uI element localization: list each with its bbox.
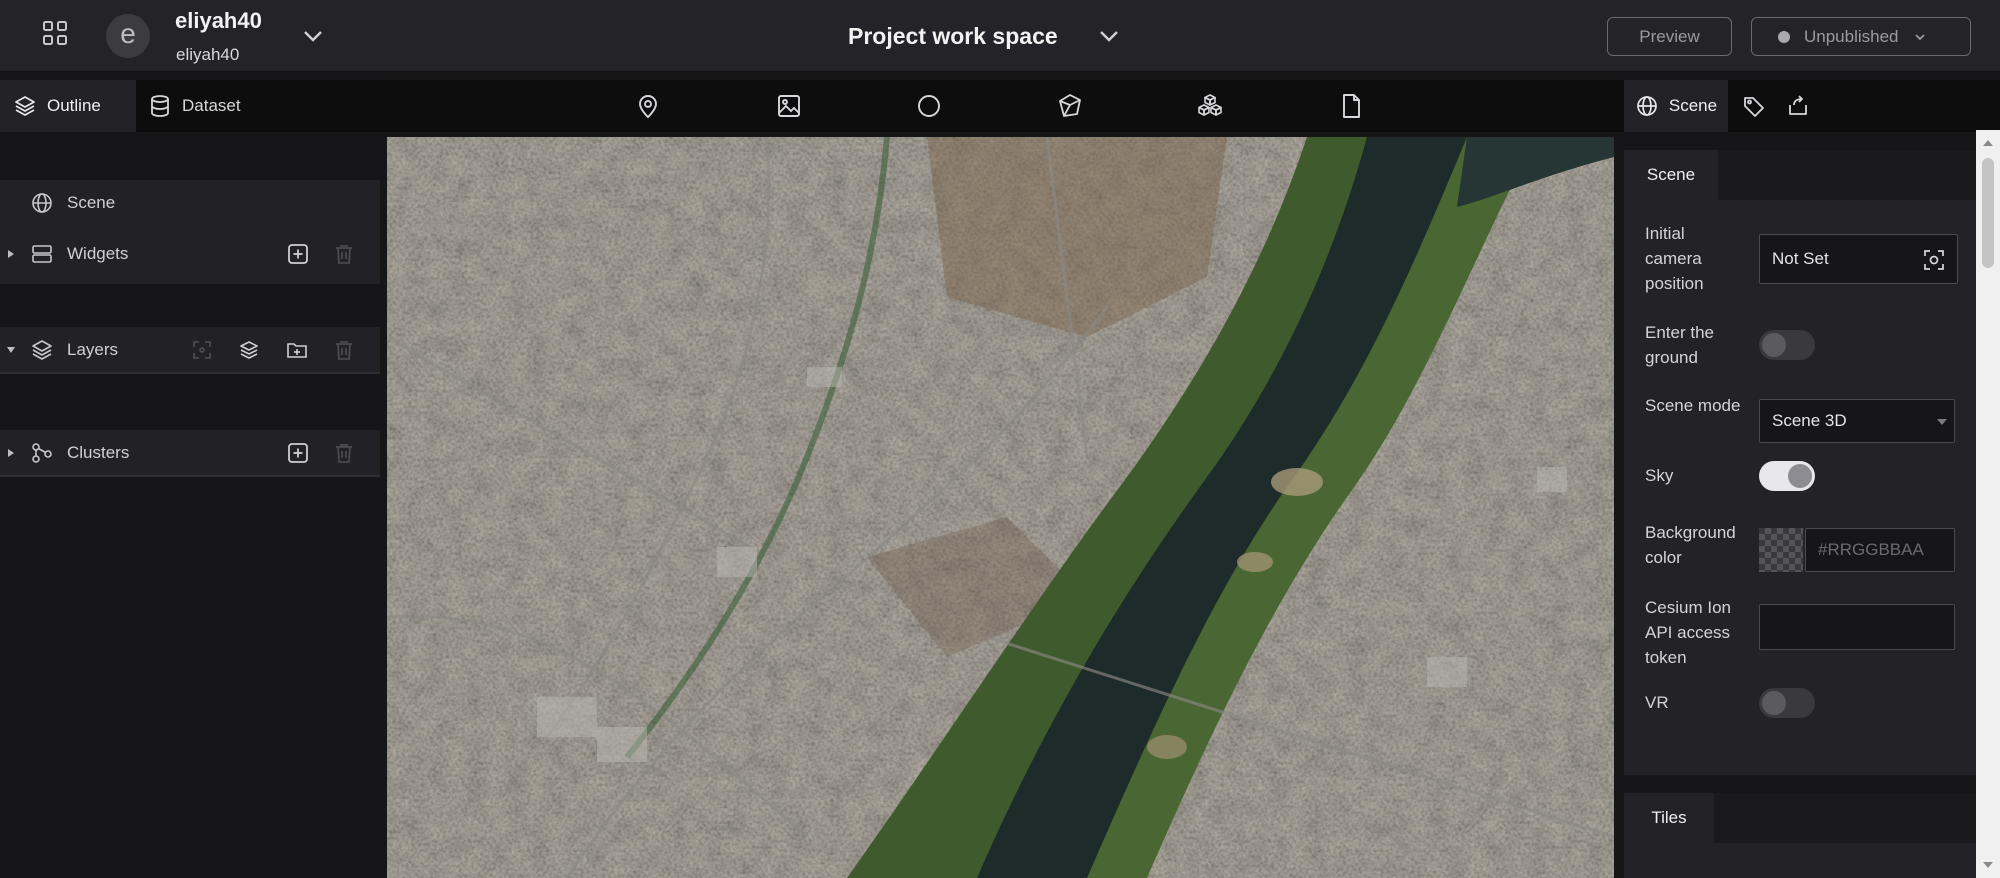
add-cluster-icon[interactable] — [286, 441, 310, 465]
tab-outline[interactable]: Outline — [0, 80, 136, 132]
layers-icon — [15, 96, 35, 116]
delete-cluster-icon[interactable] — [332, 441, 356, 465]
3d-tiles-icon[interactable] — [1196, 92, 1224, 120]
right-tab-bar: Scene — [1622, 80, 2000, 132]
caret-right-icon[interactable] — [6, 249, 16, 259]
scene-section-tab[interactable]: Scene — [1624, 150, 1718, 200]
workspace-avatar[interactable]: e — [106, 14, 150, 58]
database-icon — [151, 95, 169, 117]
publish-chevron-down-icon — [1914, 33, 1925, 40]
outline-tree: Scene Widgets — [0, 180, 380, 284]
add-layer-icon[interactable] — [237, 338, 261, 362]
toggle-knob — [1762, 333, 1786, 357]
tiles-section-tab[interactable]: Tiles — [1624, 793, 1714, 843]
scene-mode-value: Scene 3D — [1772, 411, 1847, 430]
tab-export[interactable] — [1778, 80, 1818, 132]
delete-layer-icon[interactable] — [332, 338, 356, 362]
add-widget-icon[interactable] — [286, 242, 310, 266]
toggle-knob — [1788, 464, 1812, 488]
project-chevron-down-icon[interactable] — [1096, 23, 1122, 49]
layers-stack-icon — [32, 340, 52, 360]
sky-label: Sky — [1645, 466, 1674, 485]
3d-model-icon[interactable] — [1056, 92, 1084, 120]
focus-frame-icon[interactable] — [190, 338, 214, 362]
workspace-name[interactable]: eliyah40 — [175, 8, 262, 34]
cesium-token-label: Cesium Ion API access token — [1645, 598, 1731, 667]
apps-grid-icon[interactable] — [40, 18, 70, 48]
tiles-section: Tiles — [1624, 793, 1977, 878]
left-panel: Outline Dataset Scene Widgets Layers Clu… — [0, 72, 380, 878]
tab-scene[interactable]: Scene — [1624, 80, 1728, 132]
globe-icon — [32, 193, 52, 213]
tree-item-clusters[interactable]: Clusters — [0, 433, 380, 473]
tiles-section-header: Tiles — [1624, 793, 1977, 843]
scroll-up-arrow-icon[interactable] — [1982, 138, 1994, 148]
map-viewport[interactable] — [387, 137, 1614, 878]
layer-tool-bar — [380, 80, 1622, 132]
caret-right-icon[interactable] — [6, 448, 16, 458]
scene-mode-label: Scene mode — [1645, 396, 1741, 415]
enter-ground-toggle[interactable] — [1759, 330, 1815, 360]
top-header: e eliyah40 eliyah40 Project work space P… — [0, 0, 2000, 72]
cesium-token-input[interactable] — [1759, 604, 1955, 650]
tab-tags[interactable] — [1734, 80, 1774, 132]
publish-status-label: Unpublished — [1804, 26, 1899, 46]
right-panel-scrollbar[interactable] — [1976, 130, 2000, 878]
tree-item-widgets[interactable]: Widgets — [0, 234, 380, 274]
scroll-down-arrow-icon[interactable] — [1982, 860, 1994, 870]
tab-dataset[interactable]: Dataset — [148, 80, 268, 132]
background-color-label: Background color — [1645, 523, 1736, 567]
layers-group: Layers — [0, 327, 380, 374]
scene-mode-select[interactable]: Scene 3D — [1759, 399, 1955, 443]
clusters-group: Clusters — [0, 430, 380, 477]
delete-widget-icon[interactable] — [332, 242, 356, 266]
globe-icon — [1637, 96, 1657, 116]
status-dot-icon — [1778, 30, 1790, 43]
tree-item-clusters-label: Clusters — [67, 443, 130, 462]
workspace-chevron-down-icon[interactable] — [300, 23, 326, 49]
tree-item-layers[interactable]: Layers — [0, 330, 380, 370]
initial-camera-label: Initial camera position — [1645, 224, 1704, 293]
color-swatch[interactable] — [1759, 528, 1803, 572]
tree-item-scene[interactable]: Scene — [0, 183, 380, 223]
tab-scene-label: Scene — [1668, 96, 1718, 115]
workspace-user: eliyah40 — [176, 45, 240, 64]
enter-ground-label: Enter the ground — [1645, 323, 1714, 367]
capture-camera-icon[interactable] — [1923, 249, 1945, 271]
circle-icon[interactable] — [915, 92, 943, 120]
tab-outline-label: Outline — [47, 96, 101, 115]
initial-camera-field[interactable]: Not Set — [1759, 234, 1958, 284]
vr-toggle[interactable] — [1759, 688, 1815, 718]
add-folder-icon[interactable] — [285, 338, 309, 362]
select-caret-down-icon — [1937, 419, 1947, 425]
preview-button[interactable]: Preview — [1607, 17, 1732, 56]
scrollbar-thumb[interactable] — [1982, 158, 1994, 268]
initial-camera-value: Not Set — [1772, 249, 1829, 268]
widgets-icon — [32, 245, 52, 263]
publish-status-button[interactable]: Unpublished — [1751, 17, 1971, 56]
background-color-placeholder: #RRGGBBAA — [1818, 540, 1924, 559]
right-panel: Scene Scene Initial camera position Not … — [1622, 72, 2000, 878]
caret-down-icon[interactable] — [6, 345, 16, 355]
project-title[interactable]: Project work space — [848, 23, 1058, 50]
sky-toggle[interactable] — [1759, 461, 1815, 491]
map-pin-icon[interactable] — [634, 92, 662, 120]
image-icon[interactable] — [775, 92, 803, 120]
clusters-icon — [32, 443, 52, 463]
tree-item-widgets-label: Widgets — [67, 244, 129, 263]
export-icon — [1789, 95, 1807, 115]
background-color-input[interactable]: #RRGGBBAA — [1805, 528, 1955, 572]
tab-dataset-label: Dataset — [182, 96, 241, 115]
vr-label: VR — [1645, 693, 1669, 712]
scene-section-header: Scene — [1624, 150, 1977, 200]
tree-item-scene-label: Scene — [67, 193, 116, 212]
left-tab-bar: Outline Dataset — [0, 80, 380, 132]
toggle-knob — [1762, 691, 1786, 715]
tree-item-layers-label: Layers — [67, 340, 119, 359]
tag-icon — [1744, 97, 1764, 117]
file-icon[interactable] — [1337, 92, 1365, 120]
scene-settings-section: Scene Initial camera position Not Set En… — [1624, 150, 1977, 775]
